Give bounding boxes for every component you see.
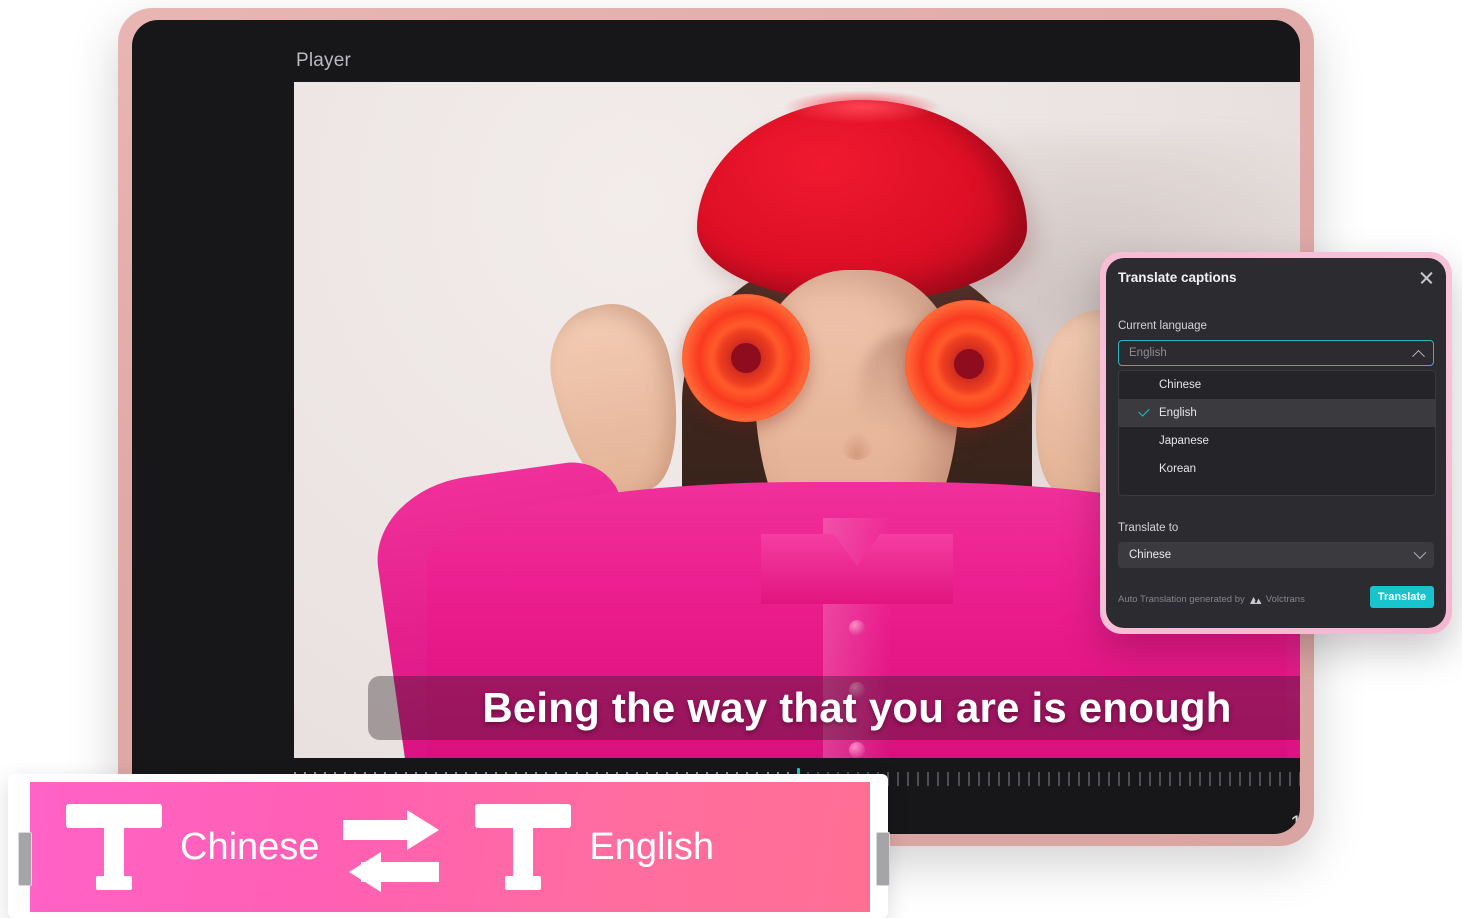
timeline-tick (1229, 772, 1231, 786)
chevron-down-icon (1414, 546, 1427, 559)
current-language-label: Current language (1118, 320, 1207, 332)
timeline-tick (1149, 772, 1151, 786)
option-label: English (1159, 407, 1197, 419)
timeline-tick (1078, 772, 1080, 786)
timeline-tick (1108, 772, 1110, 786)
rose-right (905, 300, 1033, 428)
timeline-tick (1169, 772, 1171, 786)
dropdown-option-korean[interactable]: Korean (1119, 455, 1435, 483)
translate-to-label: Translate to (1118, 522, 1178, 534)
dropdown-option-chinese[interactable]: Chinese (1119, 371, 1435, 399)
timeline-tick (907, 772, 909, 786)
swap-arrows-icon[interactable] (343, 798, 451, 896)
volctrans-brand: Volctrans (1266, 594, 1305, 605)
rose-left (682, 294, 810, 422)
timeline-tick (897, 772, 899, 786)
close-icon[interactable] (1419, 270, 1434, 285)
attribution-text: Auto Translation generated by (1118, 594, 1245, 605)
timeline-tick (1128, 772, 1130, 786)
timeline-tick (998, 772, 1000, 786)
caption-overlay: Being the way that you are is enough (368, 676, 1300, 740)
dialog-footer: Auto Translation generated by Volctrans … (1106, 576, 1446, 628)
timeline-tick (1199, 772, 1201, 786)
chevron-up-icon (1412, 349, 1425, 362)
app-stage: Player (0, 0, 1462, 918)
volctrans-mountain-icon (1249, 595, 1262, 605)
option-label: Chinese (1159, 379, 1201, 391)
translate-captions-dialog: Translate captions Current language Engl… (1106, 258, 1446, 628)
aspect-ratio-value: 16:9 (1290, 811, 1300, 834)
timeline-tick (1209, 772, 1211, 786)
timeline-tick (1299, 772, 1300, 786)
timeline-tick (1189, 772, 1191, 786)
timeline-tick (1038, 772, 1040, 786)
dialog-title: Translate captions (1118, 270, 1237, 285)
resize-handle-right[interactable] (876, 832, 890, 886)
translate-to-select[interactable]: Chinese (1118, 542, 1434, 568)
resize-handle-left[interactable] (18, 832, 32, 886)
timeline-tick (978, 772, 980, 786)
timeline-tick (958, 772, 960, 786)
target-language-label: English (589, 826, 714, 869)
timeline-tick (1279, 772, 1281, 786)
page-title: Player (296, 50, 351, 72)
translate-to-value: Chinese (1129, 549, 1414, 561)
text-T-icon (66, 804, 162, 890)
current-language-input[interactable]: English (1118, 340, 1434, 366)
option-label: Korean (1159, 463, 1196, 475)
timeline-tick (1289, 772, 1291, 786)
timeline-tick (968, 772, 970, 786)
current-language-dropdown[interactable]: Chinese English Japanese Korean (1118, 370, 1436, 496)
aspect-ratio-dropdown[interactable]: 16:9 (1290, 811, 1300, 834)
timeline-tick (1058, 772, 1060, 786)
timeline-tick (927, 772, 929, 786)
timeline-tick (1159, 772, 1161, 786)
timeline-tick (1018, 772, 1020, 786)
timeline-tick (1179, 772, 1181, 786)
check-icon (1138, 405, 1149, 416)
timeline-tick (1088, 772, 1090, 786)
timeline-tick (1219, 772, 1221, 786)
timeline-tick (1008, 772, 1010, 786)
dropdown-option-japanese[interactable]: Japanese (1119, 427, 1435, 455)
timeline-tick (1239, 772, 1241, 786)
caption-text: Being the way that you are is enough (482, 684, 1231, 732)
current-language-placeholder: English (1129, 347, 1414, 359)
timeline-tick (1098, 772, 1100, 786)
timeline-tick (1249, 772, 1251, 786)
translate-button[interactable]: Translate (1370, 586, 1434, 608)
timeline-tick (988, 772, 990, 786)
timeline-tick (1068, 772, 1070, 786)
language-banner[interactable]: Chinese English (30, 782, 870, 912)
dropdown-option-english[interactable]: English (1119, 399, 1435, 427)
source-language-label: Chinese (180, 826, 319, 869)
timeline-tick (1118, 772, 1120, 786)
timeline-tick (917, 772, 919, 786)
timeline-tick (1259, 772, 1261, 786)
dialog-header: Translate captions (1106, 258, 1446, 300)
text-T-icon (475, 804, 571, 890)
timeline-tick (1269, 772, 1271, 786)
option-label: Japanese (1159, 435, 1209, 447)
timeline-tick (1139, 772, 1141, 786)
attribution-note: Auto Translation generated by Volctrans (1118, 594, 1305, 605)
timeline-tick (1048, 772, 1050, 786)
timeline-tick (1028, 772, 1030, 786)
timeline-tick (947, 772, 949, 786)
timeline-tick (937, 772, 939, 786)
